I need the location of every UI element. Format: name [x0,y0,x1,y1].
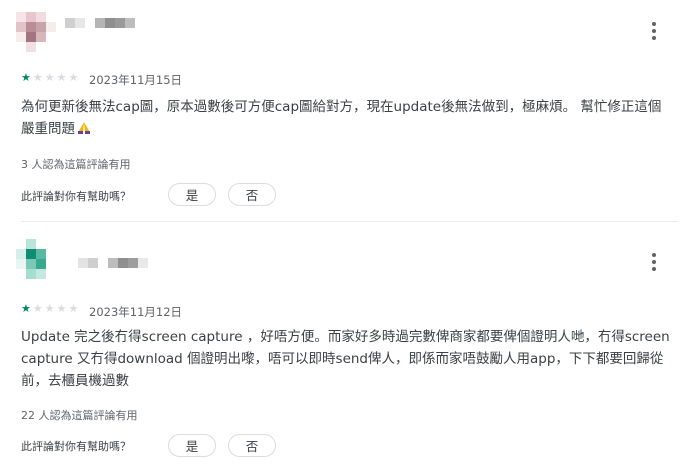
avatar-pixel [36,22,46,32]
avatar-pixel [36,249,46,259]
name-pixel [65,18,75,28]
avatar-pixel [26,249,36,259]
avatar-pixel [16,12,26,22]
star-filled-icon: ★ [21,302,31,315]
more-options-button[interactable] [642,19,666,43]
avatar-pixel [16,259,26,269]
avatar-pixel [46,239,56,249]
avatar-pixel [46,42,56,52]
avatar-pixel [36,259,46,269]
name-pixel [105,18,115,28]
star-empty-icon: ★ [32,71,43,84]
avatar-pixel [36,42,46,52]
helpful-no-button[interactable]: 否 [228,434,276,457]
avatar-pixel [46,249,56,259]
helpful-yes-button[interactable]: 是 [168,183,216,206]
avatar-pixel [26,239,36,249]
helpful-yes-button[interactable]: 是 [168,434,216,457]
avatar-pixel [16,32,26,42]
name-pixel [108,258,118,268]
review-date: 2023年11月12日 [89,305,183,319]
helpful-question: 此評論對你有幫助嗎？ [21,190,131,203]
review-text: Update 完之後冇得screen capture ，好唔方便。而家好多時過完… [21,329,670,389]
avatar-pixel [46,32,56,42]
avatar [16,12,56,52]
helpful-count: 22 人認為這篇評論有用 [21,409,138,422]
avatar-pixel [16,269,26,279]
avatar-pixel [26,22,36,32]
name-pixel [138,258,148,268]
star-empty-icon: ★ [32,302,43,315]
avatar-pixel [46,259,56,269]
folded-hands-icon [78,122,90,134]
avatar-pixel [16,42,26,52]
avatar-pixel [16,249,26,259]
avatar-pixel [36,32,46,42]
star-empty-icon: ★ [44,302,55,315]
avatar [16,239,56,279]
review-card: ★ ★ ★ ★ ★ 2023年11月12日 Update 完之後冇得screen cap… [0,222,688,466]
review-text: 為何更新後無法cap圖，原本過數後可方便cap圖給對方，現在update後無法做… [21,99,662,137]
avatar-pixel [36,12,46,22]
star-rating: ★ ★ ★ ★ ★ [21,303,78,314]
more-options-button[interactable] [642,250,666,274]
star-empty-icon: ★ [44,71,55,84]
name-pixel [98,258,108,268]
avatar-pixel [26,32,36,42]
avatar-pixel [16,22,26,32]
avatar-pixel [46,22,56,32]
avatar-pixel [26,42,36,52]
avatar-pixel [36,269,46,279]
star-empty-icon: ★ [56,302,67,315]
reviewer-name-blurred [78,258,148,268]
reviewer-name-blurred [65,18,135,28]
star-filled-icon: ★ [21,71,31,84]
name-pixel [128,258,138,268]
star-rating: ★ ★ ★ ★ ★ [21,72,78,83]
avatar-pixel [26,259,36,269]
review-date: 2023年11月15日 [89,73,183,87]
avatar-pixel [46,12,56,22]
helpful-no-button[interactable]: 否 [228,183,276,206]
name-pixel [125,18,135,28]
name-pixel [75,18,85,28]
avatar-pixel [26,269,36,279]
name-pixel [115,18,125,28]
name-pixel [118,258,128,268]
avatar-pixel [36,239,46,249]
avatar-pixel [46,269,56,279]
helpful-question: 此評論對你有幫助嗎？ [21,440,131,453]
avatar-pixel [16,239,26,249]
star-empty-icon: ★ [68,302,79,315]
helpful-count: 3 人認為這篇評論有用 [21,158,131,171]
avatar-pixel [26,12,36,22]
review-card: ★ ★ ★ ★ ★ 2023年11月15日 為何更新後無法cap圖，原本過數後可方便ca… [0,0,688,222]
name-pixel [88,258,98,268]
star-empty-icon: ★ [56,71,67,84]
name-pixel [85,18,95,28]
name-pixel [95,18,105,28]
name-pixel [78,258,88,268]
star-empty-icon: ★ [68,71,79,84]
